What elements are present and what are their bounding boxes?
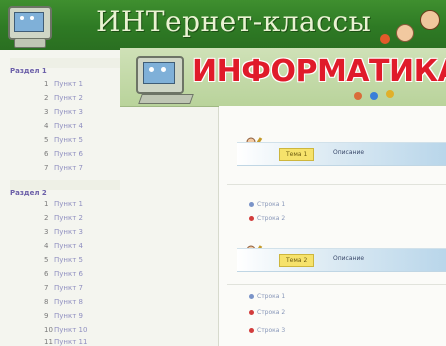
nav-item[interactable]: 10 Пункт 10 bbox=[44, 326, 164, 334]
nav-item[interactable]: 11 Пункт 11 bbox=[44, 338, 164, 346]
nav-item[interactable]: 3 Пункт 3 bbox=[44, 228, 164, 236]
nav-section-heading: Раздел 1 bbox=[10, 58, 120, 75]
mascot-base-icon bbox=[14, 38, 46, 48]
document-icon bbox=[249, 202, 254, 207]
computer-mascot-icon bbox=[136, 56, 184, 94]
topic-description: Описание bbox=[333, 255, 365, 262]
document-icon bbox=[249, 294, 254, 299]
kid-figure-icon bbox=[354, 92, 362, 100]
nav-item[interactable]: 4 Пункт 4 bbox=[44, 122, 164, 130]
nav-item[interactable]: 5 Пункт 5 bbox=[44, 136, 194, 144]
nav-item[interactable]: 8 Пункт 8 bbox=[44, 298, 164, 306]
nav-item[interactable]: 2 Пункт 2 bbox=[44, 214, 164, 222]
topic-link[interactable]: Строка 2 bbox=[257, 309, 285, 316]
topic-tag: Тема 1 bbox=[279, 148, 315, 161]
bullet-icon bbox=[249, 328, 254, 333]
nav-item[interactable]: 5 Пункт 5 bbox=[44, 256, 164, 264]
computer-mascot-icon bbox=[8, 6, 52, 40]
topic-tag: Тема 2 bbox=[279, 254, 315, 267]
nav-item[interactable]: 6 Пункт 6 bbox=[44, 150, 194, 158]
nav-item[interactable]: 1 Пункт 1 bbox=[44, 200, 164, 208]
topic-header[interactable]: Тема 1 Описание bbox=[237, 142, 446, 166]
site-title: ИНТернет-классы bbox=[96, 5, 372, 38]
nav-section-heading: Раздел 2 bbox=[10, 180, 120, 197]
topic-link[interactable]: Строка 3 bbox=[257, 327, 285, 334]
subject-banner: ИНФОРМАТИКА bbox=[120, 48, 446, 107]
kid-figure-icon bbox=[370, 92, 378, 100]
kid-figure-icon bbox=[420, 10, 440, 30]
nav-item[interactable]: 6 Пункт 6 bbox=[44, 270, 164, 278]
kid-figure-icon bbox=[386, 90, 394, 98]
topic-description: Описание bbox=[333, 149, 365, 156]
ball-icon bbox=[380, 34, 390, 44]
kid-figure-icon bbox=[396, 24, 414, 42]
nav-item[interactable]: 4 Пункт 4 bbox=[44, 242, 164, 250]
divider bbox=[227, 284, 446, 285]
site-header: ИНТернет-классы bbox=[0, 0, 446, 50]
nav-item[interactable]: 7 Пункт 7 bbox=[44, 164, 194, 172]
divider bbox=[227, 184, 446, 185]
nav-item[interactable]: 9 Пункт 9 bbox=[44, 312, 164, 320]
bullet-icon bbox=[249, 216, 254, 221]
main-content: Тема 1 Описание Строка 1 Строка 2 Тема 2… bbox=[219, 106, 446, 346]
nav-item[interactable]: 3 Пункт 3 bbox=[44, 108, 164, 116]
subject-title: ИНФОРМАТИКА bbox=[192, 54, 446, 89]
topic-link[interactable]: Строка 1 bbox=[257, 201, 285, 208]
bullet-icon bbox=[249, 310, 254, 315]
keyboard-icon bbox=[138, 94, 194, 104]
nav-item[interactable]: 7 Пункт 7 bbox=[44, 284, 164, 292]
topic-link[interactable]: Строка 2 bbox=[257, 215, 285, 222]
topic-link[interactable]: Строка 1 bbox=[257, 293, 285, 300]
topic-header[interactable]: Тема 2 Описание bbox=[237, 248, 446, 272]
